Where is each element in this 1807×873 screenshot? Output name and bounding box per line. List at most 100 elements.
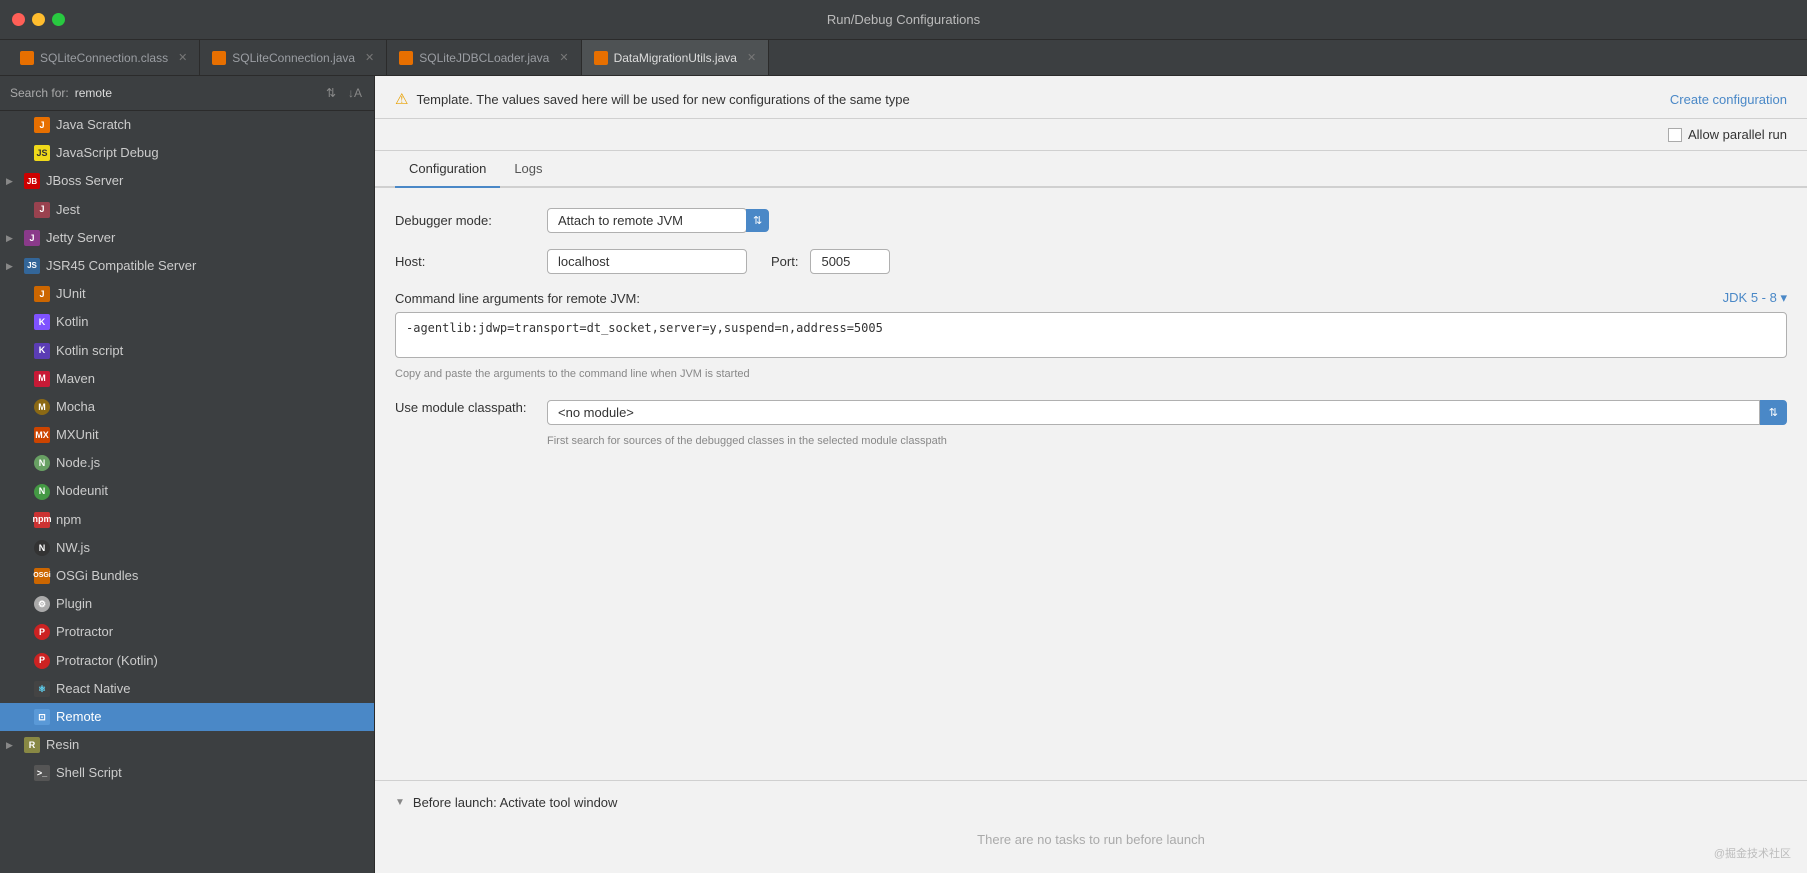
kotlin-icon: K [34, 314, 50, 330]
java-file-icon [212, 51, 226, 65]
list-item-react-native[interactable]: ⚛ React Native [0, 675, 374, 703]
close-button[interactable] [12, 13, 25, 26]
plugin-icon: ⚙ [34, 596, 50, 612]
tab-sqlite-loader[interactable]: SQLiteJDBCLoader.java ✕ [387, 40, 581, 75]
list-item-java-scratch[interactable]: J Java Scratch [0, 111, 374, 139]
maximize-button[interactable] [52, 13, 65, 26]
arrow-icon: ▶ [6, 232, 16, 245]
port-label: Port: [771, 254, 798, 269]
debugger-mode-select[interactable]: Attach to remote JVM [547, 208, 747, 233]
command-section: Command line arguments for remote JVM: J… [395, 290, 1787, 384]
tab-configuration[interactable]: Configuration [395, 151, 500, 188]
list-item-jsr45[interactable]: ▶ JS JSR45 Compatible Server [0, 252, 374, 280]
module-select[interactable]: <no module> [547, 400, 1760, 425]
jetty-icon: J [24, 230, 40, 246]
command-hint: Copy and paste the arguments to the comm… [395, 364, 1787, 384]
list-item-protractor-kotlin[interactable]: P Protractor (Kotlin) [0, 647, 374, 675]
nodeunit-icon: N [34, 484, 50, 500]
arrow-icon: ▶ [6, 739, 16, 752]
mocha-icon: M [34, 399, 50, 415]
list-item-kotlin[interactable]: K Kotlin [0, 308, 374, 336]
list-item-jest[interactable]: J Jest [0, 196, 374, 224]
config-list: J Java Scratch JS JavaScript Debug ▶ JB … [0, 111, 374, 873]
maven-icon: M [34, 371, 50, 387]
host-input[interactable] [547, 249, 747, 274]
tab-close-icon[interactable]: ✕ [365, 51, 374, 64]
host-port-row: Host: Port: [395, 249, 1787, 274]
sort-icon[interactable]: ⇅ [322, 84, 340, 102]
list-item-npm[interactable]: npm npm [0, 506, 374, 534]
nwjs-icon: N [34, 540, 50, 556]
command-header: Command line arguments for remote JVM: J… [395, 290, 1787, 306]
main-layout: Search for: ⇅ ↓A J Java Scratch JS JavaS… [0, 76, 1807, 873]
osgi-icon: OSGi [34, 568, 50, 584]
search-label: Search for: [10, 86, 69, 100]
list-item-jboss[interactable]: ▶ JB JBoss Server [0, 167, 374, 195]
list-item-nwjs[interactable]: N NW.js [0, 534, 374, 562]
list-item-jetty[interactable]: ▶ J Jetty Server [0, 224, 374, 252]
port-input[interactable] [810, 249, 890, 274]
remote-icon: ⊡ [34, 709, 50, 725]
titlebar: Run/Debug Configurations [0, 0, 1807, 40]
allow-parallel-checkbox[interactable] [1668, 128, 1682, 142]
junit-icon: J [34, 286, 50, 302]
parallel-row: Allow parallel run [375, 119, 1807, 151]
create-configuration-link[interactable]: Create configuration [1670, 92, 1787, 107]
tab-logs[interactable]: Logs [500, 151, 556, 188]
dialog-header: ⚠ Template. The values saved here will b… [375, 76, 1807, 119]
filter-icon[interactable]: ↓A [346, 84, 364, 102]
module-row: Use module classpath: <no module> ⇅ Firs… [395, 400, 1787, 454]
window-controls [12, 13, 65, 26]
list-item-kotlin-script[interactable]: K Kotlin script [0, 337, 374, 365]
list-item-nodejs[interactable]: N Node.js [0, 449, 374, 477]
debugger-mode-row: Debugger mode: Attach to remote JVM ⇅ [395, 208, 1787, 233]
before-launch-toggle[interactable]: ▼ [395, 797, 405, 808]
module-hint: First search for sources of the debugged… [547, 429, 1787, 454]
class-file-icon [20, 51, 34, 65]
debugger-mode-select-container: Attach to remote JVM ⇅ [547, 208, 769, 233]
list-item-nodeunit[interactable]: N Nodeunit [0, 477, 374, 505]
react-native-icon: ⚛ [34, 681, 50, 697]
jsr-icon: JS [24, 258, 40, 274]
content-area: ⚠ Template. The values saved here will b… [375, 76, 1807, 873]
npm-icon: npm [34, 512, 50, 528]
mxunit-icon: MX [34, 427, 50, 443]
list-item-protractor[interactable]: P Protractor [0, 618, 374, 646]
tab-sqlite-class[interactable]: SQLiteConnection.class ✕ [8, 40, 200, 75]
debugger-mode-label: Debugger mode: [395, 213, 535, 228]
list-item-js-debug[interactable]: JS JavaScript Debug [0, 139, 374, 167]
list-item-mxunit[interactable]: MX MXUnit [0, 421, 374, 449]
tab-sqlite-java[interactable]: SQLiteConnection.java ✕ [200, 40, 387, 75]
list-item-shell[interactable]: >_ Shell Script [0, 759, 374, 787]
tab-close-icon[interactable]: ✕ [747, 51, 756, 64]
list-item-maven[interactable]: M Maven [0, 365, 374, 393]
before-launch-section: ▼ Before launch: Activate tool window Th… [375, 780, 1807, 873]
warning-icon: ⚠ [395, 90, 408, 108]
tab-datamigration[interactable]: DataMigrationUtils.java ✕ [582, 40, 770, 75]
debugger-mode-arrow[interactable]: ⇅ [746, 209, 769, 232]
minimize-button[interactable] [32, 13, 45, 26]
host-label: Host: [395, 254, 535, 269]
module-select-arrow[interactable]: ⇅ [1760, 400, 1787, 425]
tab-close-icon[interactable]: ✕ [559, 51, 568, 64]
list-item-mocha[interactable]: M Mocha [0, 393, 374, 421]
list-item-plugin[interactable]: ⚙ Plugin [0, 590, 374, 618]
tab-close-icon[interactable]: ✕ [178, 51, 187, 64]
watermark: @掘金技术社区 [1714, 845, 1791, 861]
list-item-junit[interactable]: J JUnit [0, 280, 374, 308]
list-item-remote[interactable]: ⊡ Remote [0, 703, 374, 731]
arrow-icon: ▶ [6, 175, 16, 188]
sidebar: Search for: ⇅ ↓A J Java Scratch JS JavaS… [0, 76, 375, 873]
list-item-osgi[interactable]: OSGi OSGi Bundles [0, 562, 374, 590]
protractor-kotlin-icon: P [34, 653, 50, 669]
command-label: Command line arguments for remote JVM: [395, 291, 640, 306]
list-item-resin[interactable]: ▶ R Resin [0, 731, 374, 759]
search-bar: Search for: ⇅ ↓A [0, 76, 374, 111]
command-textarea[interactable]: -agentlib:jdwp=transport=dt_socket,serve… [395, 312, 1787, 358]
jdk-version-link[interactable]: JDK 5 - 8 ▾ [1723, 290, 1787, 306]
java-file-icon [399, 51, 413, 65]
js-icon: JS [34, 145, 50, 161]
search-input[interactable] [75, 86, 316, 100]
before-launch-empty: There are no tasks to run before launch [395, 820, 1787, 859]
module-label: Use module classpath: [395, 400, 535, 415]
